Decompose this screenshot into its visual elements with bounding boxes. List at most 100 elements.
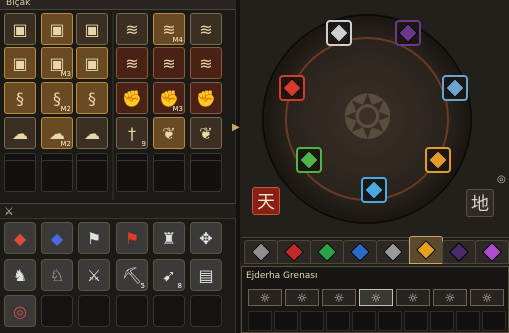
skill-slot[interactable]: ♜ [153,222,185,254]
gem-level-button[interactable]: ☼ [248,289,282,306]
inventory-slot[interactable]: ✊ [116,82,148,114]
gem-tab[interactable] [310,240,344,264]
red-gem-slot[interactable] [279,75,305,101]
inventory-slot[interactable]: ☁ M2 [41,117,73,149]
inventory-slot[interactable]: ☁ [4,117,36,149]
gem-level-button[interactable]: ☼ [433,289,467,306]
serpent-rune-icon: § [88,88,96,108]
gem-tab[interactable] [475,240,509,264]
target-icon: ◎ [13,301,27,321]
settings-edge-icon[interactable]: ◎ [497,174,509,186]
panel-collapse-arrow-icon[interactable]: ▶ [232,122,240,136]
inventory-slot[interactable]: ☁ [76,117,108,149]
gem-level-button[interactable]: ☼ [470,289,504,306]
gem-icon [416,240,436,260]
inventory-slot[interactable]: ▣ M3 [41,47,73,79]
sea-horse-icon: ♘ [49,265,65,285]
material-slot[interactable] [430,311,454,331]
green-gem-slot[interactable] [296,147,322,173]
skill-slot[interactable]: ➹ 8 [153,259,185,291]
inventory-slot[interactable]: § M2 [41,82,73,114]
inventory-slot[interactable] [190,160,222,192]
inventory-slot[interactable]: ≋ [153,47,185,79]
inventory-slot[interactable]: ▣ [76,13,108,45]
gem-tab[interactable] [442,240,476,264]
gem-level-button[interactable]: ☼ [396,289,430,306]
inventory-slot[interactable] [116,160,148,192]
skill-slot[interactable] [190,295,222,327]
gem-tab[interactable] [409,236,443,264]
item-count-badge: 5 [140,282,145,290]
material-slot[interactable] [326,311,350,331]
inventory-divider [112,12,114,200]
inventory-slot[interactable] [41,160,73,192]
inventory-slot[interactable]: § [76,82,108,114]
skill-slot[interactable]: ◎ [4,295,36,327]
blue-gem-slot[interactable] [442,75,468,101]
white-gem-slot[interactable] [326,20,352,46]
gem-level-button[interactable]: ☼ [285,289,319,306]
skill-slot[interactable]: ⚔ [78,259,110,291]
skill-slot[interactable]: ✥ [190,222,222,254]
material-slot[interactable] [482,311,506,331]
item-count-badge: 9 [141,140,146,148]
inventory-slot[interactable]: ≋ [116,47,148,79]
inventory-slot[interactable]: ≋ M4 [153,13,185,45]
inventory-slot[interactable]: ✊ M3 [153,82,185,114]
inventory-slot[interactable] [153,160,185,192]
inventory-slot[interactable]: ≋ [190,13,222,45]
white-flag-icon: ⚑ [86,228,102,248]
staff-box-icon: ▤ [198,265,214,285]
skill-slot[interactable]: ♘ [41,259,73,291]
inventory-slot[interactable]: ▣ [76,47,108,79]
gem-tab[interactable] [376,240,410,264]
skill-slot[interactable]: ◆ [4,222,36,254]
inventory-slot[interactable]: § [4,82,36,114]
material-slot[interactable] [404,311,428,331]
gem-tab[interactable] [343,240,377,264]
material-slot[interactable] [456,311,480,331]
skill-slot[interactable]: ◆ [41,222,73,254]
purple-gem-slot[interactable] [395,20,421,46]
inventory-slot[interactable]: † 9 [116,117,148,149]
inventory-slot[interactable]: ❦ [190,117,222,149]
gem-icon [284,242,304,262]
gem-level-button[interactable]: ☼ [322,289,356,306]
orange-gem-slot[interactable] [425,147,451,173]
gem-icon [364,180,384,200]
skill-slot[interactable]: ♞ [4,259,36,291]
skill-slot[interactable]: ⚑ [78,222,110,254]
skill-slot[interactable]: ▤ [190,259,222,291]
material-slot[interactable] [378,311,402,331]
gem-level-button[interactable]: ☼ [359,289,393,306]
skill-slot[interactable] [153,295,185,327]
skill-slot[interactable] [78,295,110,327]
inventory-slot[interactable]: ▣ [4,13,36,45]
cyan-gem-slot[interactable] [361,177,387,203]
material-slot[interactable] [274,311,298,331]
inventory-slot[interactable]: ≋ [116,13,148,45]
heaven-button[interactable]: 天 [252,187,280,215]
inventory-slot[interactable]: ▣ [41,13,73,45]
earth-button[interactable]: 地 [466,189,494,217]
gem-tab[interactable] [277,240,311,264]
material-slot[interactable] [352,311,376,331]
inventory-slot[interactable]: ▣ [4,47,36,79]
inventory-slot[interactable]: ❦ [153,117,185,149]
inventory-slot[interactable]: ✊ [190,82,222,114]
dragon-emblem-icon: ❂ [342,82,393,153]
red-flag-arrow-icon: ⚑ [124,228,140,248]
skill-slot[interactable]: ⚑ [116,222,148,254]
inventory-slot[interactable]: ≋ [190,47,222,79]
material-slot[interactable] [300,311,324,331]
skill-slot[interactable] [41,295,73,327]
skill-slot[interactable] [116,295,148,327]
material-slot[interactable] [248,311,272,331]
skill-slot[interactable]: ⛏ 5 [116,259,148,291]
item-count-badge: M3 [60,70,72,78]
inventory-slot[interactable] [4,160,36,192]
gem-tab[interactable] [244,240,278,264]
gem-icon [251,242,271,262]
item-count-badge: M2 [60,105,72,113]
inventory-slot[interactable] [76,160,108,192]
